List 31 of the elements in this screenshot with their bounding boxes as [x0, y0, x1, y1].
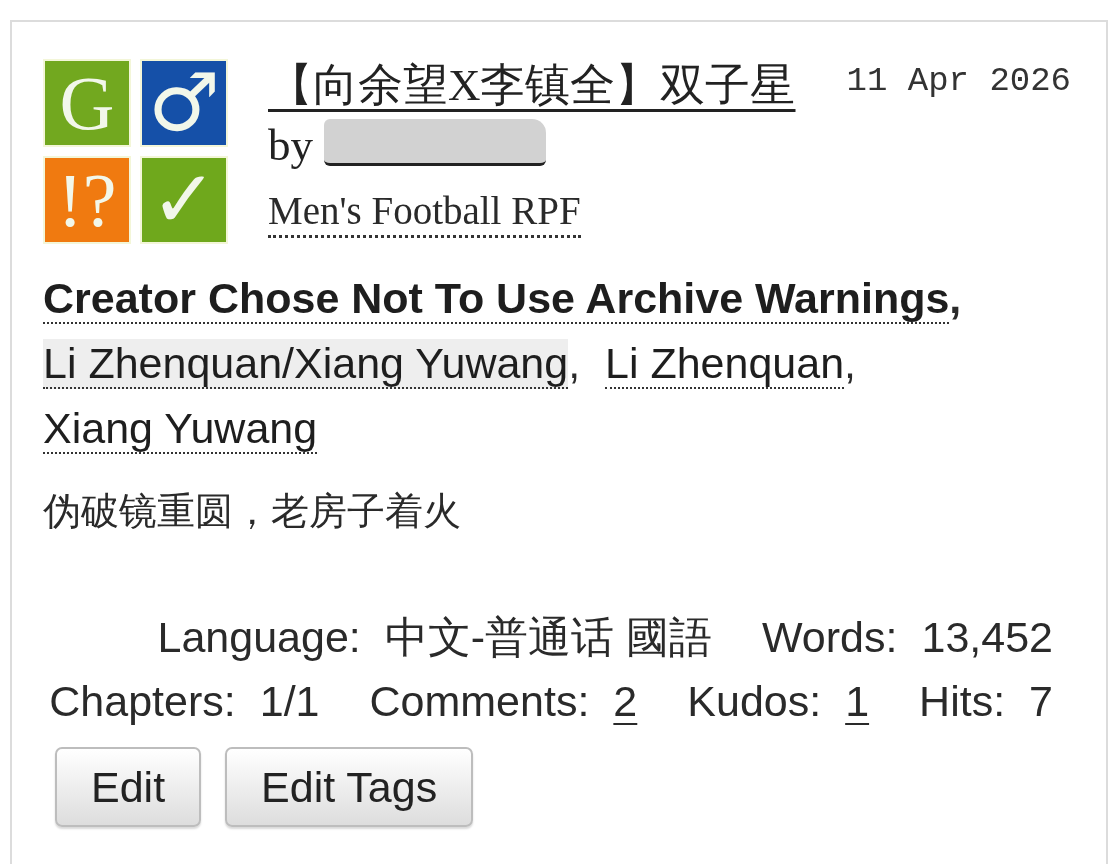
stat-value: 13,452	[921, 612, 1053, 663]
stat-value: 7	[1029, 676, 1053, 727]
stat-label: Kudos:	[687, 676, 822, 727]
checkmark-icon: ✓	[140, 156, 228, 244]
stat-label: Words:	[762, 612, 898, 663]
g-letter-icon: G	[43, 59, 131, 147]
edit-tags-button[interactable]: Edit Tags	[225, 747, 474, 827]
work-title-link[interactable]: 【向余望X李镇全】双子星	[268, 60, 796, 110]
fandom-link[interactable]: Men's Football RPF	[268, 187, 581, 238]
stat-label: Comments:	[369, 676, 590, 727]
character-tag-link[interactable]: Xiang Yuwang	[43, 404, 318, 454]
male-symbol-icon: ♂	[140, 59, 228, 147]
stat-label: Language:	[157, 612, 361, 663]
stat-label: Chapters:	[49, 676, 236, 727]
comma-separator: ,	[949, 274, 962, 322]
character-tag-link[interactable]: Li Zhenquan	[605, 339, 845, 389]
warning-tag-link[interactable]: Creator Chose Not To Use Archive Warnings	[43, 274, 950, 324]
comma-separator: ,	[568, 339, 581, 387]
comma-separator: ,	[844, 339, 857, 387]
stat-value: 中文-普通话 國語	[384, 612, 713, 663]
stat-value-link[interactable]: 1	[845, 669, 870, 733]
relationship-tag-link[interactable]: Li Zhenquan/Xiang Yuwang	[43, 339, 569, 389]
summary-text: 伪破镜重圆，老房子着火	[43, 489, 462, 534]
stat-label: Hits:	[919, 676, 1006, 727]
exclamation-question-icon: !?	[43, 156, 131, 244]
edit-button[interactable]: Edit	[55, 747, 202, 827]
publish-date: 11 Apr 2026	[846, 61, 1071, 102]
stat-value-link[interactable]: 2	[613, 669, 638, 733]
stat-value: 1/1	[259, 676, 320, 727]
blurred-author-name[interactable]	[324, 119, 547, 166]
byline-text: by	[268, 120, 313, 170]
